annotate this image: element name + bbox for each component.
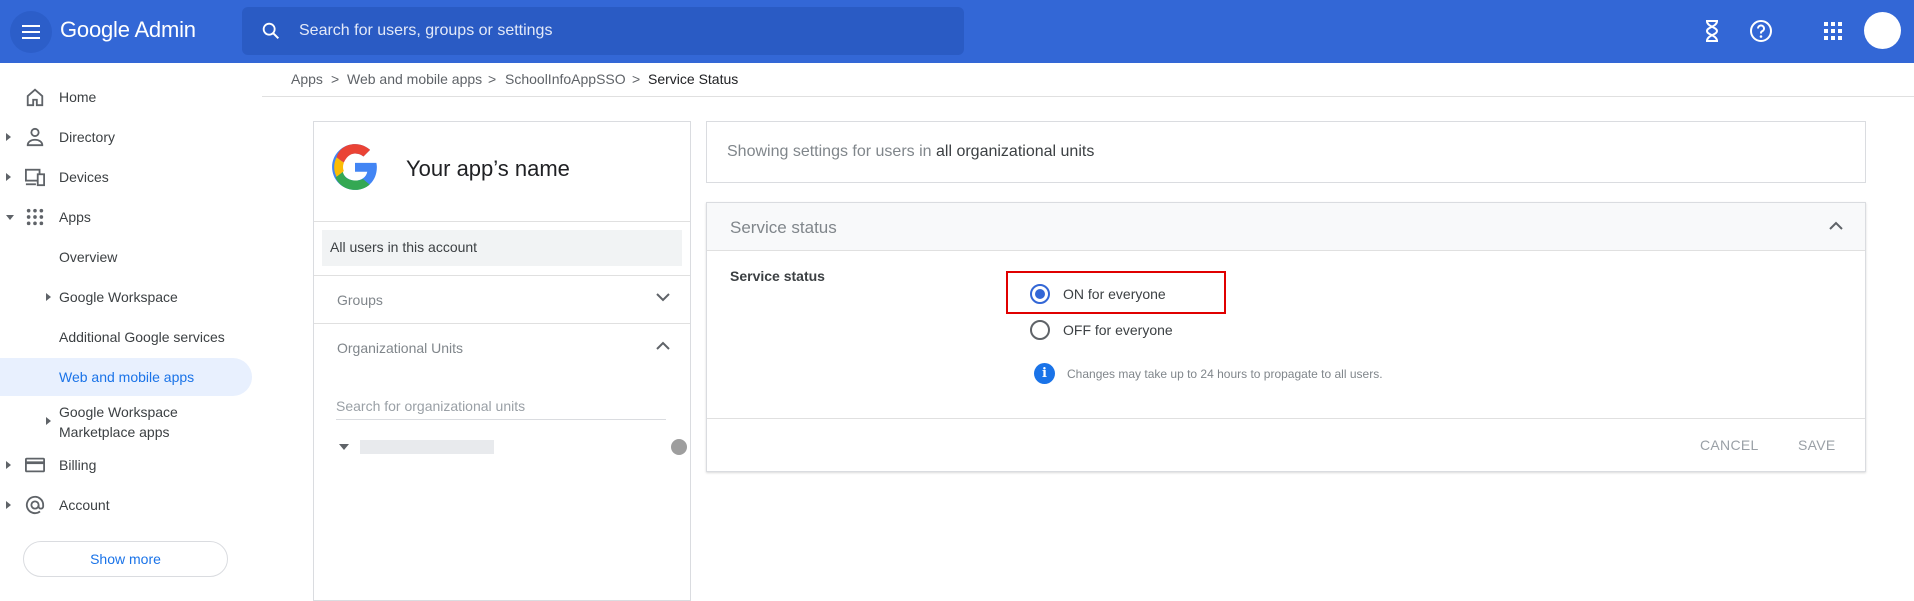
search-icon — [262, 22, 280, 40]
expand-arrow-icon[interactable] — [46, 417, 51, 425]
sidebar-item-apps[interactable]: Apps — [0, 198, 252, 236]
card-header[interactable]: Service status — [707, 203, 1865, 251]
apps-grid-icon[interactable] — [1824, 22, 1842, 40]
home-icon — [26, 88, 44, 107]
breadcrumb-web-and-mobile-apps[interactable]: Web and mobile apps — [347, 71, 482, 87]
breadcrumb-current: Service Status — [648, 71, 739, 87]
service-status-card: Service status Service status ON for eve… — [706, 202, 1866, 472]
org-scope-banner: Showing settings for users in all organi… — [706, 121, 1866, 183]
card-footer: CANCEL SAVE — [707, 418, 1865, 471]
sidebar-item-label: Google Workspace Marketplace apps — [59, 402, 178, 442]
breadcrumb-separator: > — [331, 71, 340, 87]
expand-arrow-icon[interactable] — [6, 173, 11, 181]
sidebar-item-label: Directory — [59, 129, 116, 145]
sidebar-item-label: Billing — [59, 457, 97, 473]
sidebar-item-web-and-mobile-apps[interactable]: Web and mobile apps — [0, 358, 252, 396]
cancel-button[interactable]: CANCEL — [1700, 437, 1759, 453]
groups-section[interactable]: Groups — [314, 275, 690, 323]
expand-arrow-icon[interactable] — [46, 293, 51, 301]
chevron-up-icon[interactable] — [1829, 221, 1843, 230]
show-more-button[interactable]: Show more — [23, 541, 228, 577]
sidebar-item-billing[interactable]: Billing — [0, 446, 252, 484]
account-avatar[interactable] — [1864, 12, 1901, 49]
main-menu-button[interactable] — [10, 11, 52, 53]
radio-label: OFF for everyone — [1063, 322, 1173, 338]
breadcrumb-separator: > — [488, 71, 497, 87]
devices-icon — [25, 168, 45, 187]
sidebar-item-label: Home — [59, 89, 97, 105]
radio-button[interactable] — [1030, 320, 1050, 340]
info-note: i Changes may take up to 24 hours to pro… — [1034, 363, 1383, 384]
radio-label: ON for everyone — [1063, 286, 1166, 302]
top-app-bar: Google Admin Search for users, groups or… — [0, 0, 1914, 63]
sidebar-item-directory[interactable]: Directory — [0, 118, 252, 156]
org-units-section[interactable]: Organizational Units — [314, 323, 690, 371]
google-logo-icon — [332, 144, 377, 190]
expand-arrow-icon[interactable] — [6, 461, 11, 469]
expand-arrow-icon[interactable] — [6, 501, 11, 509]
org-unit-name-placeholder[interactable] — [360, 440, 494, 454]
marketplace-label-line1: Google Workspace — [59, 404, 178, 420]
info-text: Changes may take up to 24 hours to propa… — [1067, 366, 1383, 381]
org-unit-search-input[interactable]: Search for organizational units — [336, 392, 666, 420]
sidebar-item-google-workspace[interactable]: Google Workspace — [0, 278, 252, 316]
hourglass-icon[interactable] — [1702, 19, 1722, 43]
search-bar[interactable]: Search for users, groups or settings — [242, 7, 964, 55]
groups-label: Groups — [337, 292, 383, 308]
sidebar-nav: Home Directory Devices Apps Overview Goo… — [0, 63, 262, 590]
breadcrumb-separator: > — [632, 71, 641, 87]
sidebar-item-label: Devices — [59, 169, 109, 185]
banner-scope: all organizational units — [936, 143, 1095, 160]
expand-arrow-icon[interactable] — [339, 444, 349, 450]
sidebar-item-home[interactable]: Home — [0, 78, 252, 116]
sidebar-item-label: Apps — [59, 209, 91, 225]
org-unit-tree-row[interactable] — [337, 437, 687, 457]
sidebar-item-account[interactable]: Account — [0, 486, 252, 524]
org-panel: Your app’s name All users in this accoun… — [313, 121, 691, 601]
sidebar-item-marketplace-apps[interactable]: Google Workspace Marketplace apps — [0, 400, 252, 442]
breadcrumb-schoolinfoappsso[interactable]: SchoolInfoAppSSO — [505, 71, 626, 87]
radio-button-selected[interactable] — [1030, 284, 1050, 304]
marketplace-label-line2: Marketplace apps — [59, 424, 170, 440]
search-input[interactable]: Search for users, groups or settings — [299, 22, 552, 40]
radio-on-for-everyone[interactable]: ON for everyone — [1030, 282, 1166, 306]
service-status-label: Service status — [730, 268, 825, 284]
sidebar-item-additional-google-services[interactable]: Additional Google services — [0, 318, 252, 356]
sidebar-item-label: Web and mobile apps — [59, 369, 195, 385]
banner-prefix: Showing settings for users in — [727, 143, 936, 160]
app-header: Your app’s name — [314, 122, 690, 222]
sidebar-item-label: Google Workspace — [59, 289, 178, 305]
expand-arrow-icon[interactable] — [6, 133, 11, 141]
breadcrumb-apps[interactable]: Apps — [291, 71, 323, 87]
sidebar-item-overview[interactable]: Overview — [0, 238, 252, 276]
collapse-arrow-icon[interactable] — [6, 215, 14, 220]
apps-grid-icon — [26, 208, 44, 226]
app-name: Your app’s name — [406, 156, 570, 181]
save-button[interactable]: SAVE — [1798, 437, 1836, 453]
all-users-item[interactable]: All users in this account — [322, 230, 682, 266]
sidebar-item-devices[interactable]: Devices — [0, 158, 252, 196]
app-logo-title[interactable]: Google Admin — [60, 17, 196, 43]
at-sign-icon — [25, 495, 45, 515]
radio-off-for-everyone[interactable]: OFF for everyone — [1030, 318, 1173, 342]
org-units-label: Organizational Units — [337, 340, 464, 356]
chevron-down-icon[interactable] — [656, 293, 670, 302]
hamburger-menu-icon — [22, 25, 40, 39]
chevron-up-icon[interactable] — [656, 341, 670, 350]
org-unit-status-dot — [671, 439, 687, 455]
info-icon: i — [1034, 363, 1055, 384]
credit-card-icon — [25, 457, 45, 473]
sidebar-item-label: Additional Google services — [59, 329, 225, 345]
help-icon[interactable] — [1749, 19, 1773, 43]
sidebar-item-label: Overview — [59, 249, 118, 265]
person-icon — [26, 127, 44, 147]
sidebar-item-label: Account — [59, 497, 110, 513]
card-title: Service status — [730, 218, 837, 237]
breadcrumb: Apps > Web and mobile apps > SchoolInfoA… — [262, 63, 1914, 97]
